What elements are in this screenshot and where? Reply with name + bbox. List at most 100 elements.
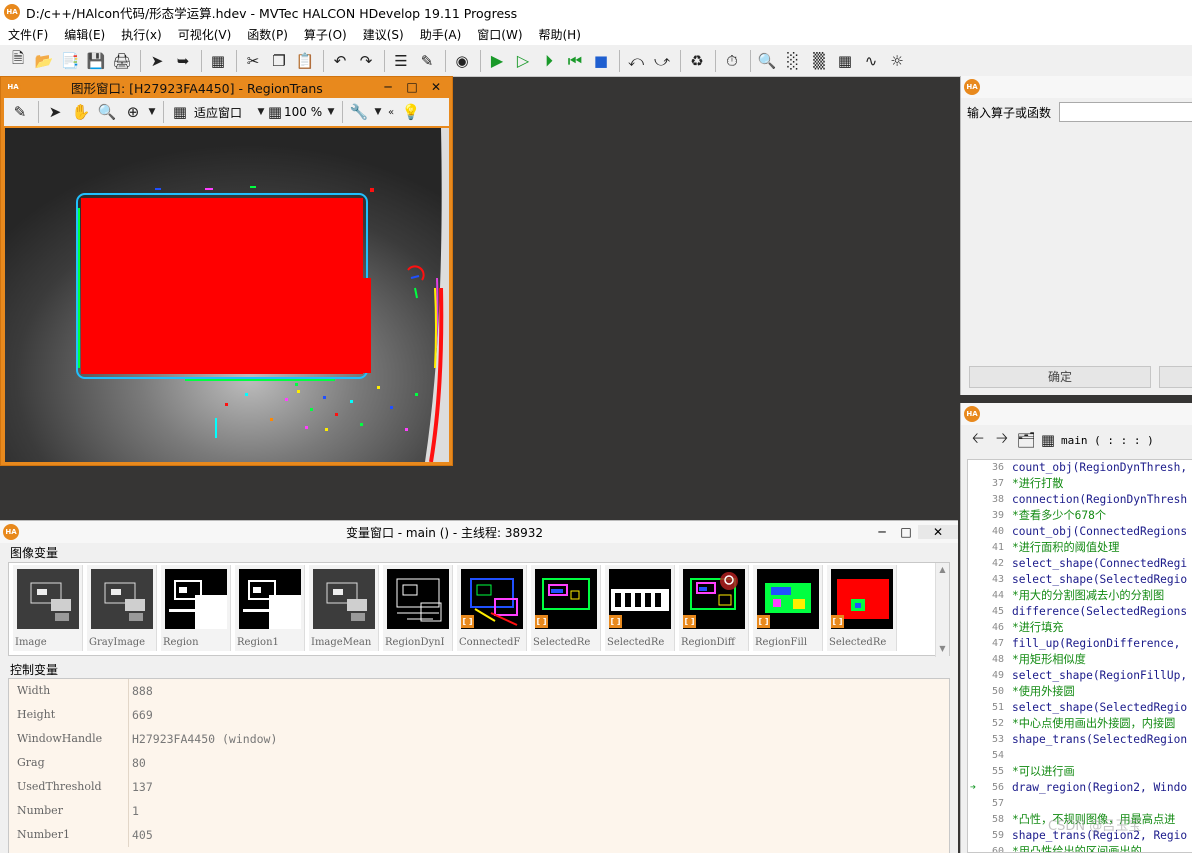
stop-icon[interactable]: ■	[589, 49, 613, 73]
zoom-in-icon[interactable]: ⊕	[121, 100, 145, 124]
copy-icon[interactable]: ❐	[267, 49, 291, 73]
step-back-icon[interactable]: ⏮	[563, 49, 587, 73]
step-into-icon[interactable]: ⤺	[624, 49, 648, 73]
operator-search-input[interactable]	[1059, 102, 1192, 122]
menu-procedures[interactable]: 函数(P)	[239, 26, 296, 43]
code-line[interactable]: 54	[968, 748, 1192, 764]
edit-settings-icon[interactable]: ✎	[8, 100, 32, 124]
code-editor[interactable]: 36 count_obj(RegionDynThresh, 37 *进行打散 38 con…	[967, 459, 1192, 853]
reset-program-icon[interactable]: ♻	[685, 49, 709, 73]
paste-icon[interactable]: 📋	[293, 49, 317, 73]
pointer-icon[interactable]: ➤	[43, 100, 67, 124]
control-variable-row[interactable]: Width 888	[9, 679, 949, 703]
iconic-variable-7[interactable]: [ ] SelectedRe	[531, 565, 601, 651]
pan-hand-icon[interactable]: ✋	[69, 100, 93, 124]
iconic-variable-5[interactable]: RegionDynI	[383, 565, 453, 651]
feature-histogram-icon[interactable]: ▒	[807, 49, 831, 73]
iconic-variable-6[interactable]: [ ] ConnectedF	[457, 565, 527, 651]
menu-edit[interactable]: 编辑(E)	[56, 26, 113, 43]
menu-visualize[interactable]: 可视化(V)	[170, 26, 240, 43]
iconic-variable-0[interactable]: Image	[13, 565, 83, 651]
code-line[interactable]: 51 select_shape(SelectedRegio	[968, 700, 1192, 716]
code-line[interactable]: 39 *查看多少个678个	[968, 508, 1192, 524]
code-line[interactable]: 53 shape_trans(SelectedRegion	[968, 732, 1192, 748]
edit-line-icon[interactable]: ✎	[415, 49, 439, 73]
chevron-down-icon[interactable]: ▼	[326, 100, 336, 124]
procedure-select[interactable]: main ( : : : )	[1061, 434, 1154, 447]
control-variable-row[interactable]: Number1 405	[9, 823, 949, 847]
collapse-icon[interactable]: «	[385, 100, 397, 124]
print-icon[interactable]: 🖨	[110, 49, 134, 73]
open-file-icon[interactable]: 📂	[32, 49, 56, 73]
zoom-factor-select[interactable]: 100 %	[284, 105, 326, 119]
code-line[interactable]: 48 *用矩形相似度	[968, 652, 1192, 668]
cut-icon[interactable]: ✂	[241, 49, 265, 73]
menu-window[interactable]: 窗口(W)	[469, 26, 530, 43]
inspect-icon[interactable]: ▦	[833, 49, 857, 73]
code-line[interactable]: 46 *进行填充	[968, 620, 1192, 636]
graphics-canvas[interactable]	[5, 128, 449, 462]
wrench-settings-icon[interactable]: 🔧	[347, 100, 371, 124]
iconic-variable-2[interactable]: Region	[161, 565, 231, 651]
chevron-down-icon[interactable]: ▼	[373, 100, 383, 124]
step-over-icon[interactable]: ⏵	[537, 49, 561, 73]
code-line[interactable]: 37 *进行打散	[968, 476, 1192, 492]
control-variable-row[interactable]: WindowHandle H27923FA4450 (window)	[9, 727, 949, 751]
code-line[interactable]: 57	[968, 796, 1192, 812]
iconic-variable-1[interactable]: GrayImage	[87, 565, 157, 651]
iconic-scrollbar[interactable]: ▲ ▼	[935, 563, 949, 657]
minimize-icon[interactable]: ─	[376, 80, 400, 94]
lightbulb-icon[interactable]: 💡	[399, 100, 423, 124]
code-line[interactable]: 45 difference(SelectedRegions	[968, 604, 1192, 620]
control-variable-row[interactable]: Grag 80	[9, 751, 949, 775]
close-icon[interactable]: ✕	[918, 525, 958, 539]
gray-histogram-icon[interactable]: ░	[781, 49, 805, 73]
iconic-variable-11[interactable]: [ ] SelectedRe	[827, 565, 897, 651]
control-variable-row[interactable]: Number 1	[9, 799, 949, 823]
menu-execute[interactable]: 执行(x)	[113, 26, 169, 43]
control-variable-row[interactable]: Height 669	[9, 703, 949, 727]
control-variable-row[interactable]: UsedThreshold 137	[9, 775, 949, 799]
ok-button[interactable]: 确定	[969, 366, 1151, 388]
code-line[interactable]: 50 *使用外接圆	[968, 684, 1192, 700]
open-example-icon[interactable]: 📑	[58, 49, 82, 73]
undo-icon[interactable]: ↶	[328, 49, 352, 73]
minimize-icon[interactable]: ─	[870, 525, 894, 539]
code-line[interactable]: 52 *中心点使用画出外接圆，内接圆	[968, 716, 1192, 732]
code-line[interactable]: 60 *用凸性给出的区间画出的，	[968, 844, 1192, 852]
iconic-variable-8[interactable]: [ ] SelectedRe	[605, 565, 675, 651]
maximize-icon[interactable]: □	[400, 80, 424, 94]
insert-line-icon[interactable]: ☰	[389, 49, 413, 73]
redo-icon[interactable]: ↷	[354, 49, 378, 73]
iconic-variable-4[interactable]: ImageMean	[309, 565, 379, 651]
code-line[interactable]: 49 select_shape(RegionFillUp,	[968, 668, 1192, 684]
iconic-variable-9[interactable]: [ ] RegionDiff	[679, 565, 749, 651]
magnifier-icon[interactable]: 🔍	[95, 100, 119, 124]
profiler-stopwatch-icon[interactable]: ⏱	[720, 49, 744, 73]
menu-operators[interactable]: 算子(O)	[296, 26, 355, 43]
arrow-right-icon[interactable]: 🡢	[993, 428, 1011, 452]
menu-suggestions[interactable]: 建议(S)	[355, 26, 412, 43]
apply-button[interactable]	[1159, 366, 1192, 388]
measure-icon[interactable]: ☼	[885, 49, 909, 73]
find-icon[interactable]: ◉	[450, 49, 474, 73]
run-procedure-icon[interactable]: ➥	[171, 49, 195, 73]
chevron-down-icon[interactable]: ▼	[147, 100, 157, 124]
step-procedure-icon[interactable]: ➤	[145, 49, 169, 73]
step-out-icon[interactable]: ⤻	[650, 49, 674, 73]
run-to-insert-icon[interactable]: ▷	[511, 49, 535, 73]
code-line[interactable]: 42 select_shape(ConnectedRegi	[968, 556, 1192, 572]
line-profile-icon[interactable]: ∿	[859, 49, 883, 73]
iconic-variable-3[interactable]: Region1	[235, 565, 305, 651]
menu-file[interactable]: 文件(F)	[0, 26, 56, 43]
code-line[interactable]: 41 *进行面积的阈值处理	[968, 540, 1192, 556]
close-icon[interactable]: ✕	[424, 80, 448, 94]
run-icon[interactable]: ▶	[485, 49, 509, 73]
code-line[interactable]: 43 select_shape(SelectedRegio	[968, 572, 1192, 588]
code-line[interactable]: 47 fill_up(RegionDifference,	[968, 636, 1192, 652]
code-line[interactable]: 40 count_obj(ConnectedRegions	[968, 524, 1192, 540]
chevron-down-icon[interactable]: ▼	[256, 100, 266, 124]
code-line[interactable]: 44 *用大的分割图减去小的分割图	[968, 588, 1192, 604]
maximize-icon[interactable]: □	[894, 525, 918, 539]
code-line[interactable]: 36 count_obj(RegionDynThresh,	[968, 460, 1192, 476]
